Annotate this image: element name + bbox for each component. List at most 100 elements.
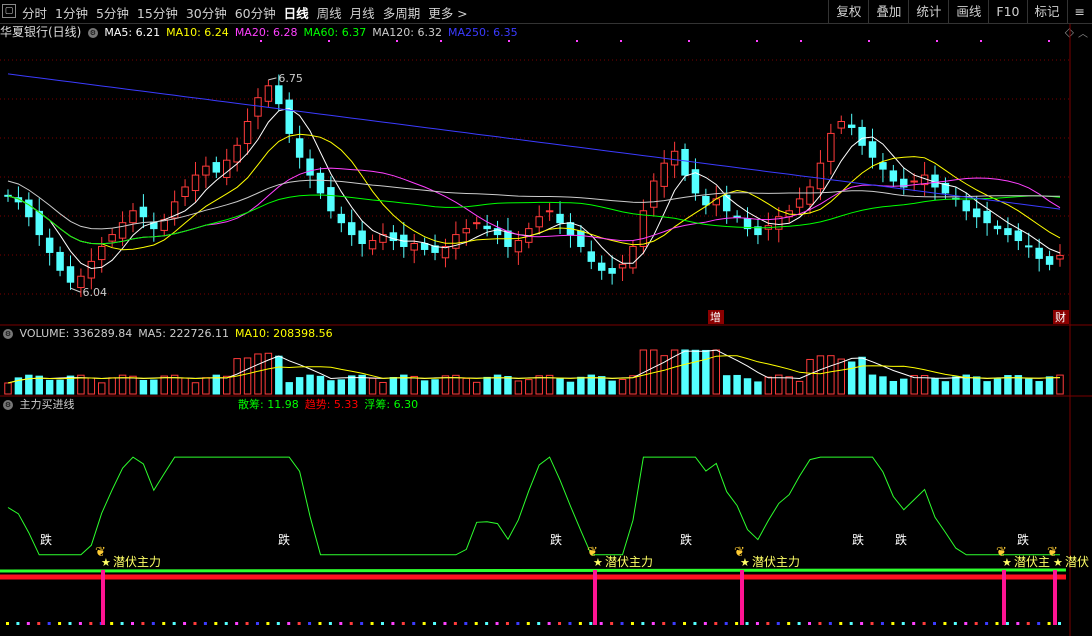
bottom-dot [297, 622, 301, 625]
bottom-dot [318, 622, 322, 625]
signal-bar [101, 570, 105, 625]
volume-bar [1014, 375, 1023, 395]
bottom-dot [683, 622, 687, 625]
signal-label: 潜伏主力 [605, 555, 653, 569]
volume-bar [347, 375, 356, 395]
bottom-dot [714, 622, 718, 625]
candle-body [983, 210, 991, 224]
bottom-dot [89, 622, 93, 625]
bottom-dot [26, 622, 30, 625]
volume-bar [254, 353, 262, 395]
die-label: 跌 [852, 532, 864, 547]
bottom-dot [130, 622, 134, 625]
candle-body [608, 268, 616, 274]
bottom-dot [380, 622, 384, 625]
volume-bar [483, 376, 491, 395]
candle-body [1014, 230, 1023, 242]
volume-bar [462, 377, 471, 395]
bottom-dot [110, 622, 114, 625]
bottom-dot [860, 622, 864, 625]
bottom-dot [78, 622, 82, 625]
high-label: 6.75 [278, 72, 303, 85]
top-dot-marker [328, 40, 330, 42]
candle-body [212, 162, 221, 173]
candle-body [1025, 245, 1033, 248]
bottom-dot [985, 622, 989, 625]
candle-body [254, 97, 262, 117]
bottom-dot [755, 622, 759, 625]
bottom-dot [172, 622, 176, 625]
volume-bar [139, 379, 148, 395]
bottom-dot [308, 622, 312, 625]
top-dot-marker [688, 40, 690, 42]
candle-body [35, 210, 43, 236]
kline-chart[interactable]: 6.756.04增 财跌跌跌跌跌跌跌❦★ 潜伏主力❦★ 潜伏主力❦★ 潜伏主力❦★ 潜伏主… [0, 0, 1092, 636]
candle-body [858, 126, 866, 146]
volume-bar [754, 381, 762, 395]
bottom-dot [141, 622, 145, 625]
bottom-dot [6, 622, 9, 625]
bottom-dot [547, 622, 551, 625]
candle-body [264, 85, 273, 102]
candle-body [868, 141, 877, 158]
volume-bar [56, 379, 64, 395]
low-marker [70, 287, 81, 293]
candle-body [514, 240, 523, 253]
bottom-dot [974, 622, 978, 625]
bottom-dot [328, 622, 332, 625]
bottom-dot [266, 622, 270, 625]
bottom-dot [349, 622, 353, 625]
bottom-dot [203, 622, 207, 625]
bottom-dot [672, 622, 676, 625]
volume-bar [566, 381, 575, 395]
bottom-dot [599, 622, 603, 625]
event-label: 财 [1055, 310, 1066, 324]
volume-bar [785, 376, 793, 395]
candle-body [129, 210, 137, 224]
bottom-dot [339, 622, 343, 625]
candle-body [483, 225, 491, 230]
volume-bar [1045, 376, 1054, 395]
candle-body [879, 162, 887, 170]
top-dot-marker [980, 40, 982, 42]
volume-bar [827, 355, 835, 395]
candle-body [139, 206, 148, 218]
volume-bar [223, 375, 231, 395]
bottom-dot [558, 622, 562, 625]
candle-body [712, 198, 721, 206]
bottom-dot [235, 622, 239, 625]
candle-body [472, 222, 481, 225]
bottom-dot [1037, 622, 1041, 625]
candle-body [795, 198, 804, 208]
bottom-dot [276, 622, 280, 625]
candle-body [316, 172, 325, 194]
volume-bar [1035, 381, 1043, 395]
bottom-dot [495, 622, 499, 625]
candle-body [66, 266, 75, 283]
bottom-dot [1016, 622, 1020, 625]
die-label: 跌 [40, 532, 52, 547]
candle-body [629, 245, 637, 269]
bottom-dot [568, 622, 572, 625]
bottom-dot [797, 622, 801, 625]
bottom-dot [422, 622, 426, 625]
volume-bar [420, 380, 429, 395]
bottom-dot [193, 622, 197, 625]
candle-body [618, 263, 627, 269]
die-label: 跌 [550, 532, 562, 547]
bottom-dot [16, 622, 20, 625]
bottom-dot [516, 622, 520, 625]
die-label: 跌 [1017, 532, 1029, 547]
candle-body [827, 132, 835, 162]
top-dot-marker [576, 40, 578, 42]
volume-bar [368, 377, 377, 395]
ma250-line [7, 73, 1061, 210]
bottom-dot [912, 622, 916, 625]
volume-bar [900, 378, 908, 395]
candle-body [597, 262, 606, 271]
volume-bar [806, 358, 814, 395]
volume-bar [743, 378, 752, 395]
volume-bar [889, 381, 898, 395]
candle-body [587, 251, 596, 262]
candle-body [681, 148, 689, 176]
